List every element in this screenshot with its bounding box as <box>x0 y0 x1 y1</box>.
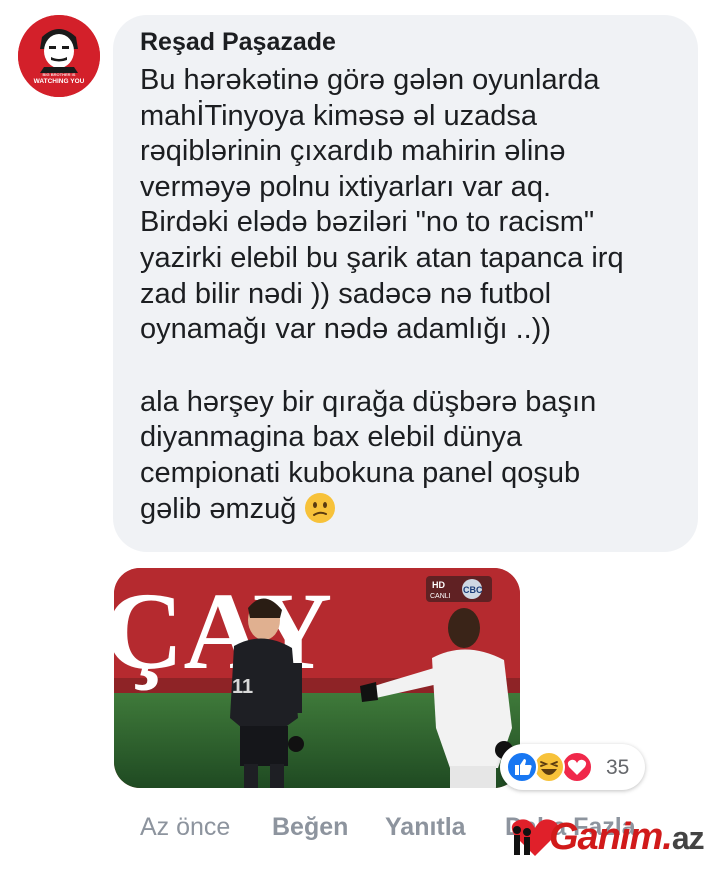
watermark-brand: Ganim <box>549 816 663 858</box>
football-scene-image: ÇAY 11 HD CANLI CBC <box>114 568 520 788</box>
author-avatar[interactable]: BIG BROTHER IS WATCHING YOU <box>18 15 100 97</box>
reactions-summary[interactable]: 35 <box>500 744 645 790</box>
comment-timestamp[interactable]: Az önce <box>140 813 230 842</box>
site-watermark: Ganim.az <box>505 808 715 868</box>
comment-paragraph-1: Bu hərəkətinə görə gələn oyunlarda mahİT… <box>140 64 624 346</box>
reply-button[interactable]: Yanıtla <box>385 813 466 842</box>
watermark-tld: az <box>671 820 705 856</box>
broadcast-channel: CBC <box>463 585 483 595</box>
broadcast-live: CANLI <box>430 593 451 600</box>
avatar-caption: BIG BROTHER IS WATCHING YOU <box>18 71 100 85</box>
author-name[interactable]: Reşad Paşazade <box>140 27 678 57</box>
like-icon <box>506 751 538 783</box>
avatar-caption-small: BIG BROTHER IS <box>42 72 76 77</box>
confused-face-icon <box>305 492 336 523</box>
avatar-caption-main: WATCHING YOU <box>33 78 85 85</box>
comment-paragraph-2: ala hərşey bir qırağa düşbərə başın diya… <box>140 385 678 527</box>
broadcast-hd: HD <box>432 580 445 590</box>
broadcast-badge: HD CANLI CBC <box>426 576 492 602</box>
reactions-count: 35 <box>606 756 630 779</box>
comment-paragraph-2-text: ala hərşey bir qırağa düşbərə başın diya… <box>140 385 597 525</box>
watermark-text: Ganim.az <box>549 816 705 859</box>
like-button[interactable]: Beğen <box>272 813 348 842</box>
comment-bubble: Reşad Paşazade Bu hərəkətinə görə gələn … <box>113 15 698 552</box>
love-icon <box>561 751 593 783</box>
attached-video-frame[interactable]: ÇAY 11 HD CANLI CBC <box>114 568 520 788</box>
player-number: 11 <box>232 676 253 698</box>
watermark-dot: . <box>662 816 673 858</box>
